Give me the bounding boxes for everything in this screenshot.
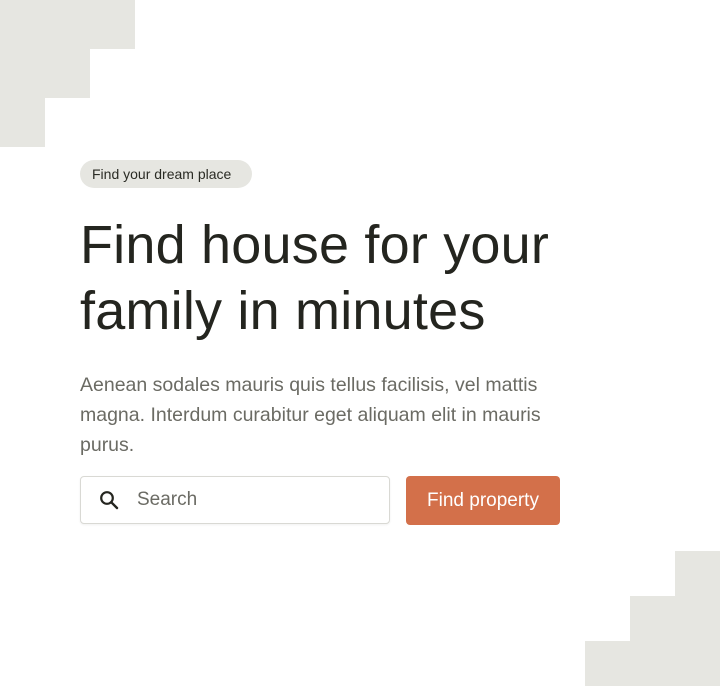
find-property-button[interactable]: Find property (406, 476, 560, 525)
search-field[interactable] (80, 476, 390, 524)
decor-block-bottom-right-2 (630, 596, 720, 641)
search-input[interactable] (137, 489, 367, 511)
hero-section: Find your dream place Find house for you… (80, 160, 580, 460)
search-bar: Find property (80, 476, 560, 525)
hero-title-line-2: family in minutes (80, 281, 486, 341)
decor-block-bottom-right-1 (675, 551, 720, 596)
hero-title-line-1: Find house for your (80, 215, 550, 275)
hero-title: Find house for your family in minutes (80, 212, 580, 344)
hero-subtitle: Aenean sodales mauris quis tellus facili… (80, 374, 541, 456)
decor-block-top-left-1 (0, 0, 135, 49)
decor-block-top-left-2 (0, 49, 90, 98)
search-icon (98, 489, 120, 511)
decor-block-top-left-3 (0, 98, 45, 147)
hero-badge: Find your dream place (80, 160, 253, 188)
decor-block-bottom-right-3 (585, 641, 720, 686)
